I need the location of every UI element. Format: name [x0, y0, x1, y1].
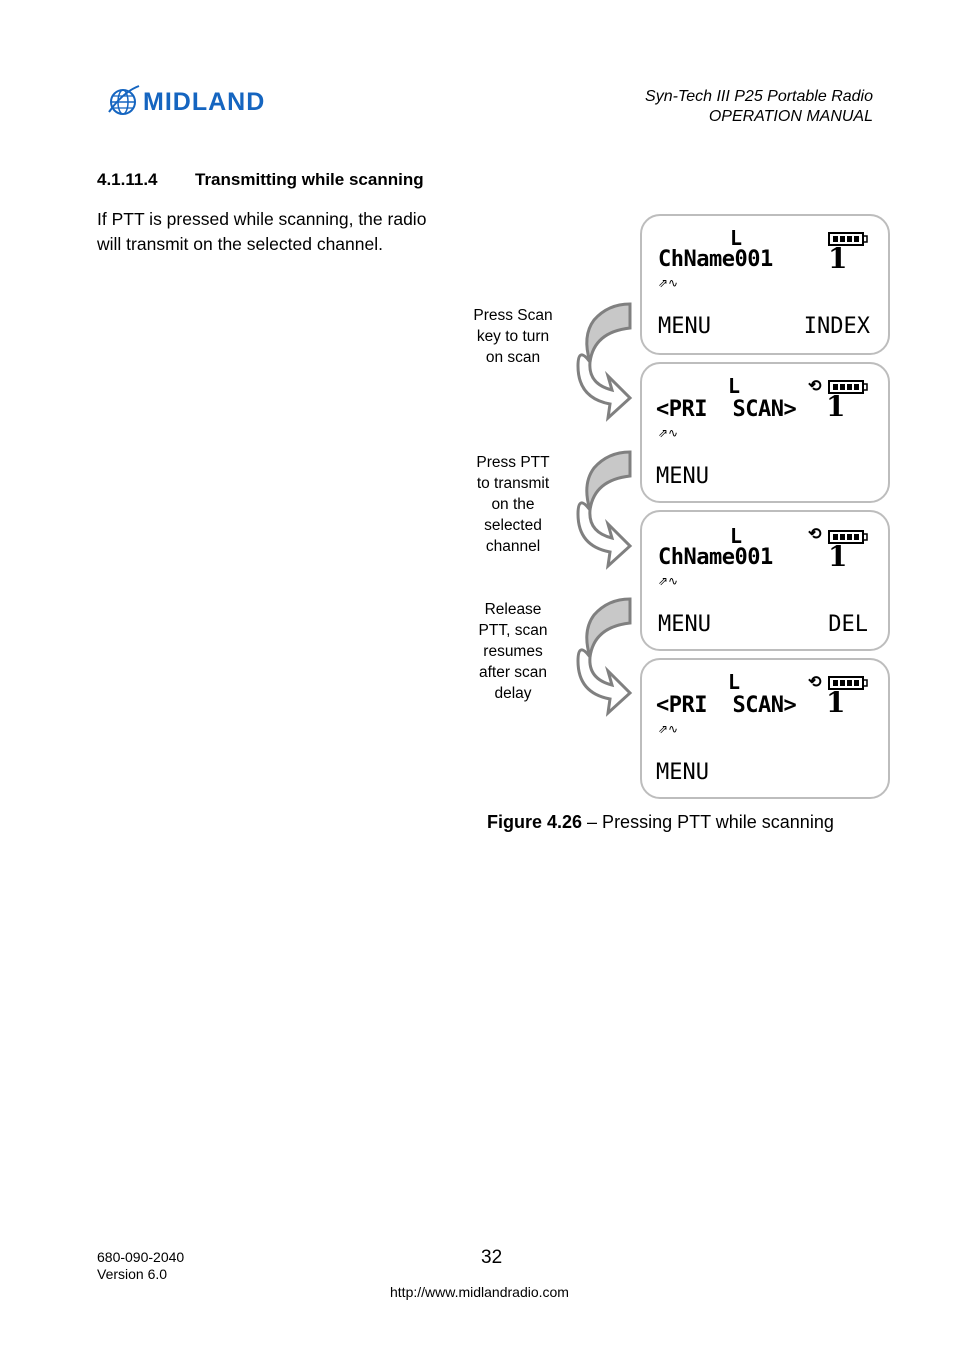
label-line: after scan — [478, 664, 548, 681]
globe-icon — [108, 85, 140, 115]
label-line: selected — [484, 517, 542, 534]
radio-screen-3: L ⟲ ChName001 1 ⇗∿ MENU DEL — [640, 510, 890, 651]
footer-url[interactable]: http://www.midlandradio.com — [390, 1284, 569, 1300]
step-label-3: Release PTT, scan resumes after scan del… — [458, 599, 568, 704]
channel-name: ChName001 — [658, 247, 773, 272]
footer-doc-info: 680-090-2040 Version 6.0 — [97, 1249, 184, 1283]
channel-number: 1 — [828, 540, 848, 573]
section-number: 4.1.11.4 — [97, 170, 158, 189]
section-body: If PTT is pressed while scanning, the ra… — [97, 209, 427, 254]
scan-icon: ⟲ — [808, 674, 822, 691]
page-number: 32 — [481, 1247, 503, 1268]
radio-screen-4: L ⟲ <PRI SCAN> 1 ⇗∿ MENU — [640, 658, 890, 799]
signal-icon: ⇗∿ — [658, 722, 679, 736]
scan-icon: ⟲ — [808, 378, 822, 395]
figure-caption-text: – Pressing PTT while scanning — [582, 812, 834, 832]
manual-title: OPERATION MANUAL — [708, 108, 873, 125]
softkey-right: INDEX — [803, 314, 870, 339]
midland-logo: MIDLAND — [107, 80, 302, 120]
power-level: L — [728, 374, 741, 398]
label-line: PTT, scan — [478, 622, 548, 639]
step-label-2: Press PTT to transmit on the selected ch… — [458, 452, 568, 557]
curved-arrow-icon — [576, 302, 633, 422]
label-line: delay — [494, 685, 532, 702]
softkey-left: MENU — [656, 464, 709, 489]
signal-icon: ⇗∿ — [658, 426, 679, 440]
softkey-left: MENU — [658, 314, 711, 339]
softkey-left: MENU — [656, 760, 709, 785]
document-header: Syn-Tech III P25 Portable Radio OPERATIO… — [645, 87, 873, 127]
label-line: to transmit — [476, 475, 550, 492]
label-line: resumes — [483, 643, 543, 660]
channel-number: 1 — [826, 686, 846, 719]
signal-icon: ⇗∿ — [658, 276, 679, 290]
label-line: Press Scan — [473, 307, 553, 324]
doc-number: 680-090-2040 — [97, 1249, 185, 1265]
radio-screen-1: L ChName001 1 ⇗∿ MENU INDEX — [640, 214, 890, 355]
section-title: Transmitting while scanning — [195, 170, 424, 189]
channel-name: ChName001 — [658, 545, 773, 570]
product-title: Syn-Tech III P25 Portable Radio — [645, 88, 873, 105]
channel-number: 1 — [826, 390, 846, 423]
softkey-left: MENU — [658, 612, 711, 637]
doc-version: Version 6.0 — [97, 1266, 168, 1282]
channel-number: 1 — [828, 242, 848, 275]
brand-name: MIDLAND — [143, 88, 266, 116]
softkey-right: DEL — [828, 612, 868, 637]
section-heading: 4.1.11.4 Transmitting while scanning — [97, 170, 424, 190]
figure-caption: Figure 4.26 – Pressing PTT while scannin… — [487, 812, 834, 833]
curved-arrow-icon — [576, 450, 633, 570]
label-line: on the — [491, 496, 535, 513]
radio-screen-2: L ⟲ <PRI SCAN> 1 ⇗∿ MENU — [640, 362, 890, 503]
step-label-1: Press Scan key to turn on scan — [458, 305, 568, 368]
label-line: Release — [484, 601, 542, 618]
signal-icon: ⇗∿ — [658, 574, 679, 588]
scan-status: <PRI SCAN> — [656, 397, 797, 422]
scan-status: <PRI SCAN> — [656, 693, 797, 718]
curved-arrow-icon — [576, 597, 633, 717]
scan-icon: ⟲ — [808, 526, 822, 543]
figure-number: Figure 4.26 — [487, 812, 583, 832]
label-line: channel — [485, 538, 541, 555]
label-line: Press PTT — [476, 454, 550, 471]
label-line: on scan — [485, 349, 541, 366]
label-line: key to turn — [476, 328, 550, 345]
power-level: L — [728, 670, 741, 694]
